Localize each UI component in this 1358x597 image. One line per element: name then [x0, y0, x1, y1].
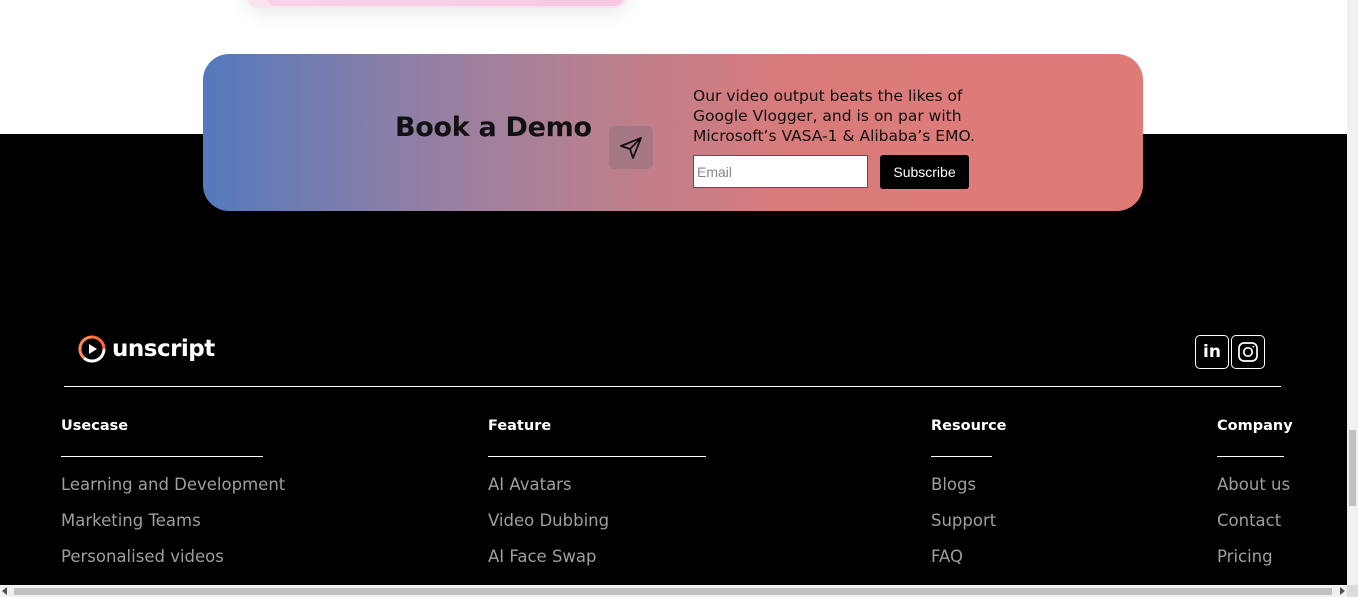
footer-link[interactable]: About us: [1217, 474, 1293, 510]
send-button[interactable]: [609, 126, 653, 169]
vertical-scrollbar[interactable]: [1347, 0, 1358, 585]
column-underline: [1217, 456, 1284, 457]
demo-title: Book a Demo: [395, 112, 592, 143]
brand-name: unscript: [112, 336, 215, 362]
instagram-link[interactable]: [1231, 335, 1265, 369]
footer-link[interactable]: Support: [931, 510, 1007, 546]
footer-link[interactable]: Pricing: [1217, 546, 1293, 582]
demo-description: Our video output beats the likes of Goog…: [693, 87, 975, 145]
footer-link[interactable]: Personalised videos: [61, 546, 285, 582]
book-demo-card: Book a Demo Our video output beats the l…: [203, 54, 1143, 211]
scroll-left-arrow-icon[interactable]: [2, 587, 7, 595]
footer-link[interactable]: Blogs: [931, 474, 1007, 510]
footer-link[interactable]: Contact: [1217, 510, 1293, 546]
linkedin-link[interactable]: in: [1195, 335, 1229, 369]
linkedin-icon: in: [1203, 342, 1221, 362]
play-logo-icon: [78, 335, 106, 363]
column-underline: [931, 456, 992, 457]
footer-link[interactable]: AI Face Swap: [488, 546, 706, 582]
footer-column-feature: Feature AI Avatars Video Dubbing AI Face…: [488, 418, 706, 582]
column-title: Usecase: [61, 418, 129, 434]
footer-link[interactable]: Marketing Teams: [61, 510, 285, 546]
footer-column-company: Company About us Contact Pricing: [1217, 418, 1293, 582]
brand-logo[interactable]: unscript: [78, 334, 215, 364]
scroll-right-arrow-icon[interactable]: [1340, 587, 1345, 595]
column-underline: [488, 456, 706, 457]
scrollbar-corner: [1347, 585, 1358, 597]
column-underline: [61, 456, 263, 457]
phone-screen: [266, 0, 624, 6]
vertical-scroll-thumb[interactable]: [1349, 430, 1356, 506]
footer-divider: [64, 386, 1281, 387]
footer-link[interactable]: Learning and Development: [61, 474, 285, 510]
footer-link[interactable]: AI Avatars: [488, 474, 706, 510]
horizontal-scrollbar[interactable]: [0, 585, 1347, 597]
phone-mockup-image: [244, 0, 630, 8]
instagram-icon: [1238, 342, 1258, 362]
footer-column-resource: Resource Blogs Support FAQ: [931, 418, 1007, 582]
email-input[interactable]: [693, 155, 868, 188]
column-title: Resource: [931, 418, 1007, 434]
footer-link[interactable]: FAQ: [931, 546, 1007, 582]
footer-link[interactable]: Video Dubbing: [488, 510, 706, 546]
subscribe-button[interactable]: Subscribe: [880, 155, 969, 189]
paper-plane-icon: [620, 136, 642, 159]
horizontal-scroll-thumb[interactable]: [14, 588, 1332, 595]
column-title: Feature: [488, 418, 552, 434]
column-title: Company: [1217, 418, 1293, 434]
footer-column-usecase: Usecase Learning and Development Marketi…: [61, 418, 285, 582]
